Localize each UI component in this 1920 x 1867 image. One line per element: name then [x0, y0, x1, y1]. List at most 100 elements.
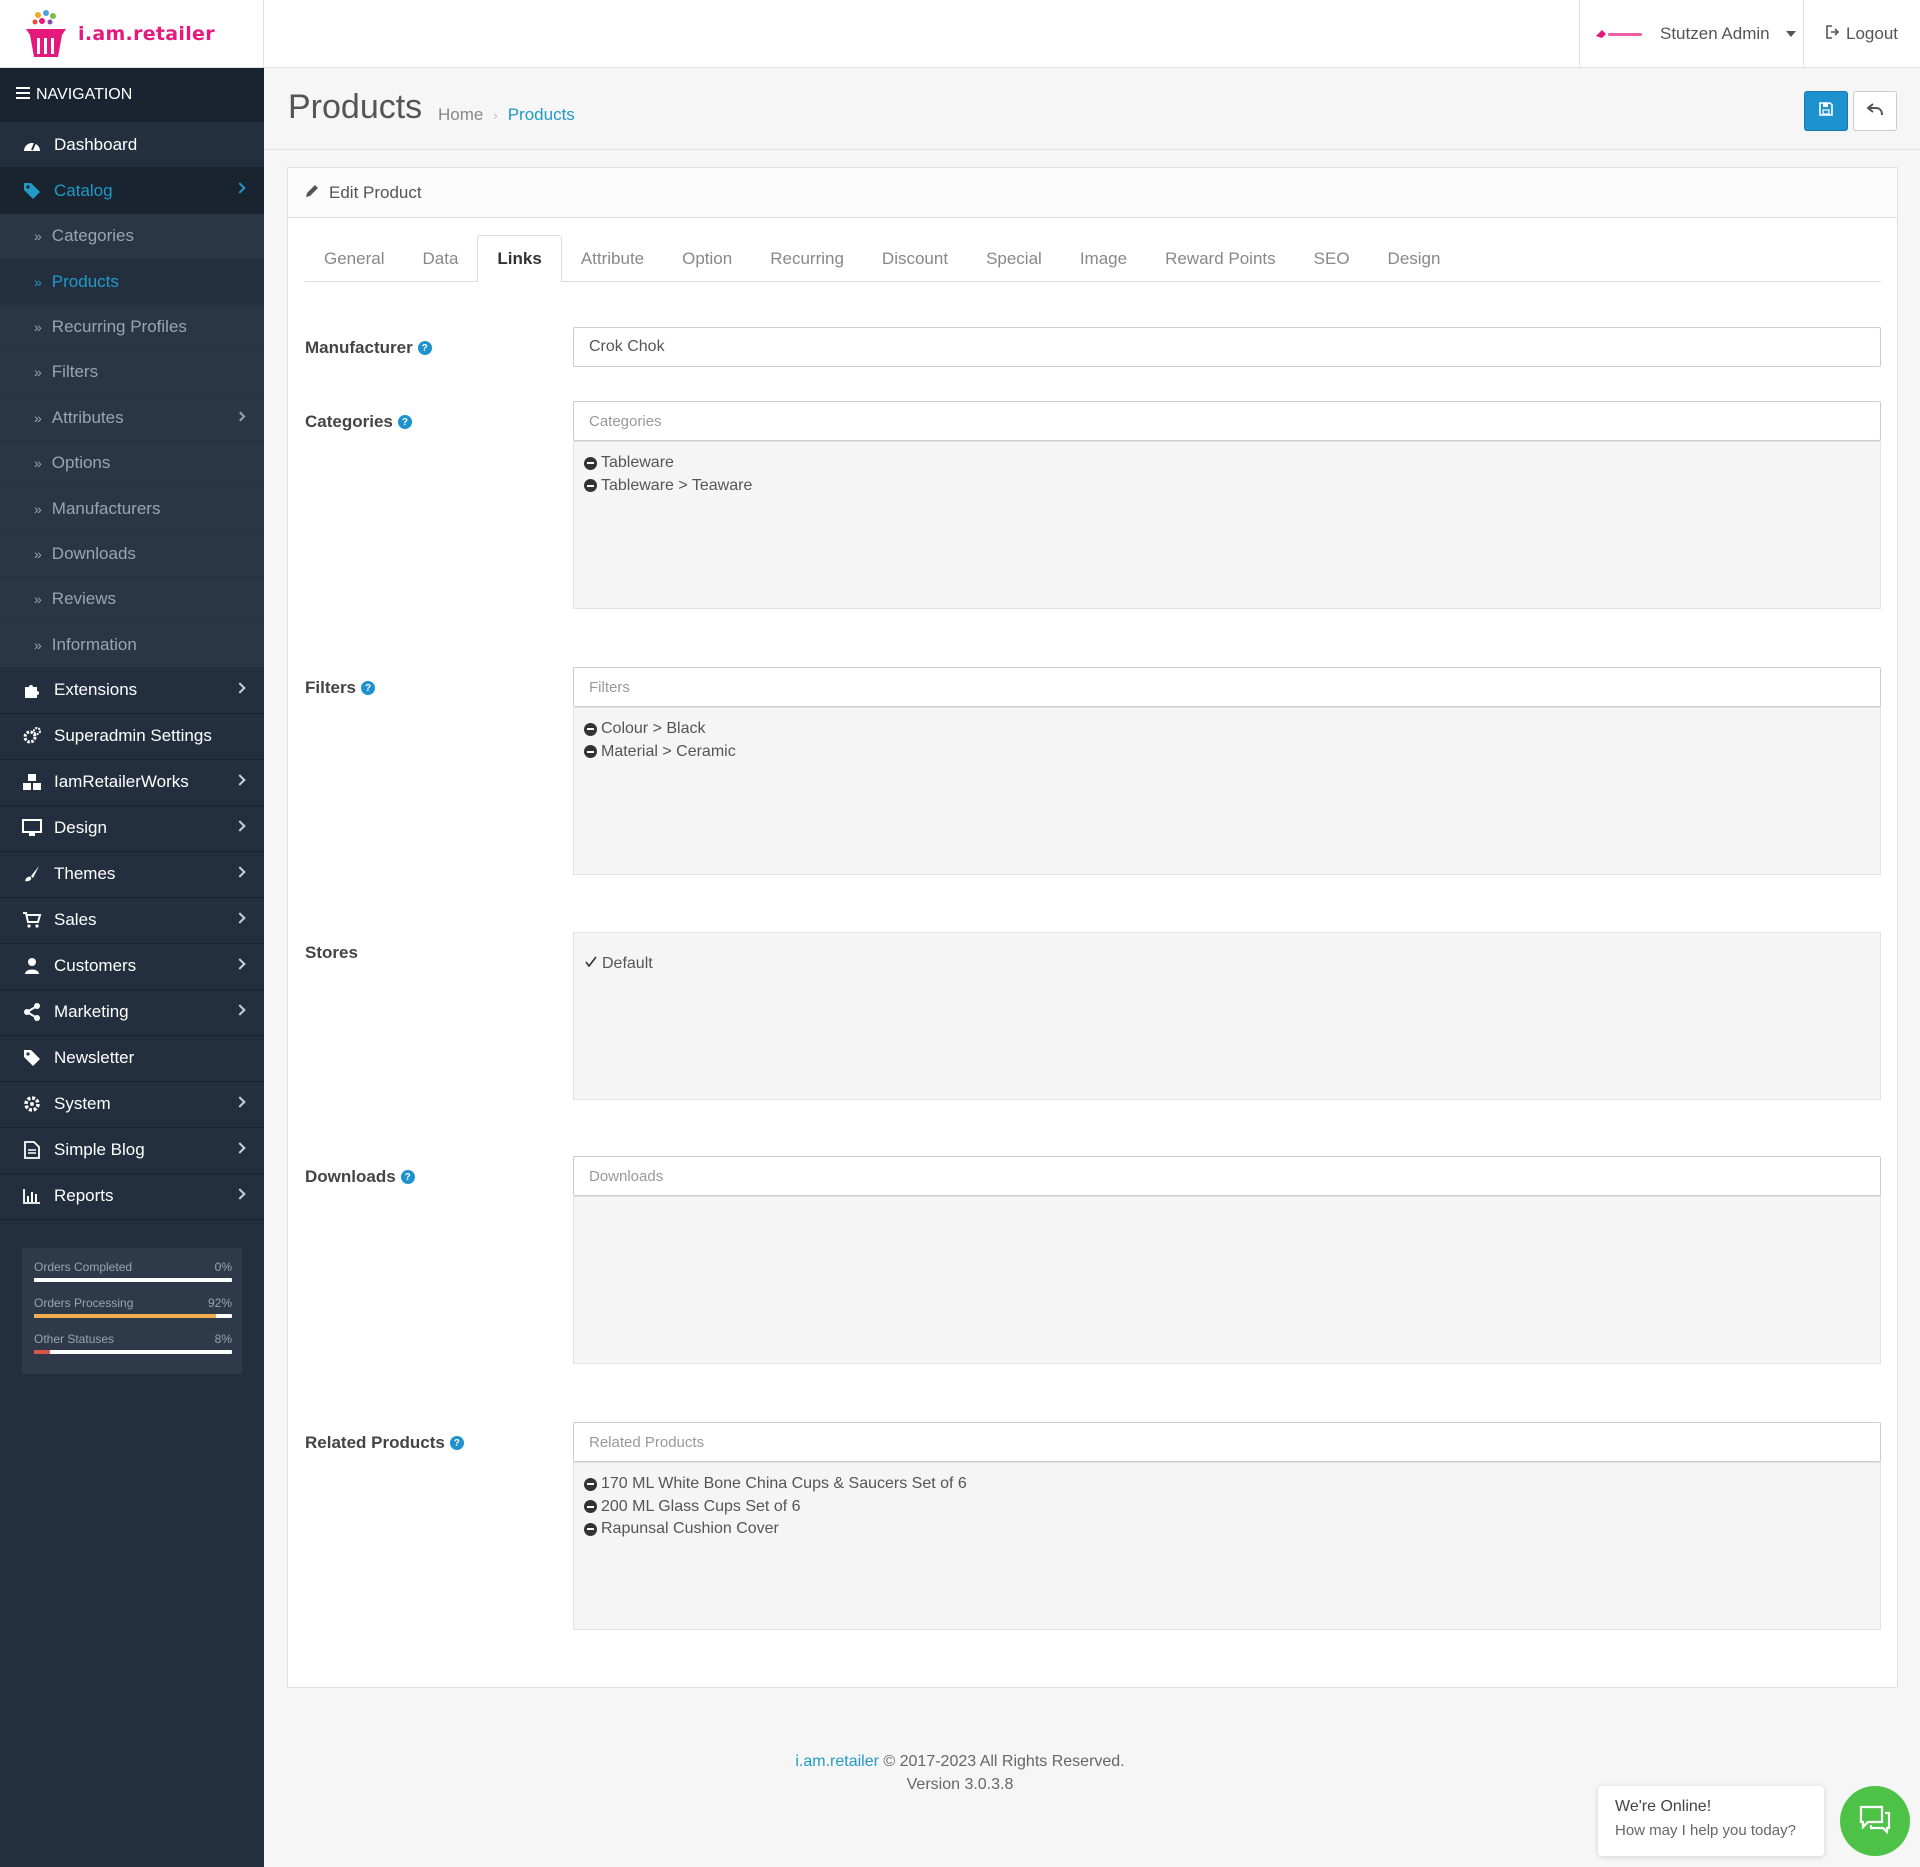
- sidebar-item-newsletter[interactable]: Newsletter: [0, 1036, 264, 1082]
- minus-circle-icon[interactable]: [584, 456, 597, 470]
- user-menu[interactable]: Stutzen Admin: [1579, 0, 1803, 68]
- sidebar-item-marketing[interactable]: Marketing: [0, 990, 264, 1036]
- sidebar-subitem-attributes[interactable]: » Attributes: [0, 395, 264, 441]
- chevron-right-icon: [234, 1004, 246, 1016]
- categories-placeholder: Categories: [589, 412, 662, 430]
- downloads-input[interactable]: Downloads: [573, 1156, 1881, 1196]
- sidebar-item-label: Marketing: [54, 1002, 129, 1022]
- related-products-input[interactable]: Related Products: [573, 1422, 1881, 1462]
- tab-general[interactable]: General: [305, 235, 403, 282]
- footer: i.am.retailer © 2017-2023 All Rights Res…: [264, 1750, 1656, 1796]
- angle-double-right-icon: »: [34, 364, 42, 381]
- store-checkbox-default[interactable]: Default: [584, 953, 1870, 976]
- brand-logo[interactable]: i.am.retailer: [0, 0, 264, 68]
- page-title: Products: [288, 88, 423, 126]
- sidebar-subitem-label: Products: [51, 271, 119, 291]
- checkbox-checked-icon[interactable]: [584, 955, 598, 974]
- sidebar-item-dashboard[interactable]: Dashboard: [0, 122, 264, 168]
- sidebar-subitem-information[interactable]: » Information: [0, 622, 264, 668]
- save-button[interactable]: [1804, 91, 1848, 131]
- tab-reward-points[interactable]: Reward Points: [1146, 235, 1295, 282]
- help-icon[interactable]: ?: [400, 1170, 415, 1184]
- minus-circle-icon[interactable]: [584, 479, 597, 493]
- sidebar-subitem-downloads[interactable]: » Downloads: [0, 531, 264, 578]
- filters-input[interactable]: Filters: [573, 667, 1881, 707]
- tab-links[interactable]: Links: [477, 235, 562, 283]
- sidebar-subitem-recurring-profiles[interactable]: » Recurring Profiles: [0, 304, 264, 351]
- cart-icon: [22, 910, 42, 930]
- help-icon[interactable]: ?: [361, 681, 376, 695]
- minus-circle-icon[interactable]: [584, 1522, 597, 1536]
- related-products-placeholder: Related Products: [589, 1433, 705, 1451]
- sidebar-subitem-options[interactable]: » Options: [0, 440, 264, 487]
- cogs-icon: [22, 726, 42, 746]
- sidebar-subitem-categories[interactable]: » Categories: [0, 214, 264, 260]
- chat-greeting[interactable]: We're Online! How may I help you today?: [1598, 1786, 1824, 1856]
- sidebar-subitem-reviews[interactable]: » Reviews: [0, 577, 264, 623]
- tab-discount[interactable]: Discount: [863, 235, 967, 282]
- tab-recurring[interactable]: Recurring: [751, 235, 863, 282]
- help-icon[interactable]: ?: [417, 341, 432, 355]
- list-item: Material > Ceramic: [584, 741, 1870, 764]
- sidebar-item-customers[interactable]: Customers: [0, 944, 264, 990]
- list-item: Tableware: [584, 452, 1870, 475]
- sidebar-subitem-label: Reviews: [51, 589, 117, 609]
- brand-name: i.am.retailer: [78, 23, 215, 45]
- help-icon[interactable]: ?: [397, 415, 412, 429]
- logout-label: Logout: [1846, 24, 1898, 43]
- sidebar-item-superadmin-settings[interactable]: Superadmin Settings: [0, 714, 264, 760]
- chevron-right-icon: [234, 866, 246, 878]
- minus-circle-icon[interactable]: [584, 1477, 597, 1491]
- tab-design[interactable]: Design: [1369, 235, 1460, 282]
- copyright-text: © 2017-2023 All Rights Reserved.: [878, 1753, 1125, 1770]
- stat-label: Other Statuses: [34, 1332, 115, 1346]
- label-text: Downloads: [305, 1167, 396, 1186]
- sidebar-item-design[interactable]: Design: [0, 806, 264, 852]
- manufacturer-input[interactable]: Crok Chok: [573, 327, 1881, 367]
- chat-button[interactable]: [1840, 1786, 1910, 1856]
- tab-attribute[interactable]: Attribute: [562, 235, 663, 282]
- stores-list: Default: [573, 932, 1881, 1100]
- logout-button[interactable]: Logout: [1803, 0, 1920, 68]
- chat-icon: [1858, 1804, 1892, 1839]
- footer-brand-link[interactable]: i.am.retailer: [795, 1753, 879, 1770]
- tab-image[interactable]: Image: [1061, 235, 1146, 282]
- minus-circle-icon[interactable]: [584, 722, 597, 736]
- angle-double-right-icon: »: [34, 273, 42, 290]
- chevron-right-icon: [234, 1142, 246, 1154]
- tab-seo[interactable]: SEO: [1295, 235, 1369, 282]
- sidebar-subitem-products[interactable]: » Products: [0, 259, 264, 305]
- sidebar-item-label: Reports: [54, 1186, 114, 1206]
- sidebar-item-extensions[interactable]: Extensions: [0, 668, 264, 714]
- sidebar-subitem-filters[interactable]: » Filters: [0, 350, 264, 396]
- sidebar-item-simple-blog[interactable]: Simple Blog: [0, 1128, 264, 1174]
- sidebar-subitem-label: Attributes: [51, 407, 124, 427]
- categories-input[interactable]: Categories: [573, 401, 1881, 441]
- list-item-label: Colour > Black: [601, 720, 706, 738]
- sidebar-item-catalog[interactable]: Catalog: [0, 168, 264, 214]
- sidebar-item-label: Simple Blog: [54, 1140, 145, 1160]
- help-icon[interactable]: ?: [449, 1436, 464, 1450]
- list-item-label: Tableware: [601, 454, 674, 472]
- chevron-right-icon: [235, 411, 246, 422]
- sidebar-item-label: Sales: [54, 910, 97, 930]
- tab-data[interactable]: Data: [403, 235, 477, 282]
- minus-circle-icon[interactable]: [584, 1500, 597, 1514]
- sidebar-subitem-label: Downloads: [51, 543, 136, 563]
- back-button[interactable]: [1853, 91, 1897, 131]
- sidebar-item-reports[interactable]: Reports: [0, 1174, 264, 1220]
- sidebar-subitem-manufacturers[interactable]: » Manufacturers: [0, 486, 264, 532]
- tab-option[interactable]: Option: [663, 235, 751, 282]
- nav-toggle[interactable]: NAVIGATION: [0, 68, 264, 122]
- minus-circle-icon[interactable]: [584, 745, 597, 759]
- tab-special[interactable]: Special: [967, 235, 1061, 282]
- chat-line-1: We're Online!: [1615, 1798, 1712, 1815]
- breadcrumb-current[interactable]: Products: [508, 105, 575, 125]
- sidebar-item-sales[interactable]: Sales: [0, 898, 264, 944]
- sidebar-item-iamretailerworks[interactable]: IamRetailerWorks: [0, 760, 264, 806]
- pencil-icon: [305, 183, 319, 203]
- sidebar-item-themes[interactable]: Themes: [0, 852, 264, 898]
- sidebar-item-system[interactable]: System: [0, 1082, 264, 1128]
- breadcrumb-home[interactable]: Home: [438, 105, 483, 125]
- bar-chart-icon: [22, 1186, 42, 1206]
